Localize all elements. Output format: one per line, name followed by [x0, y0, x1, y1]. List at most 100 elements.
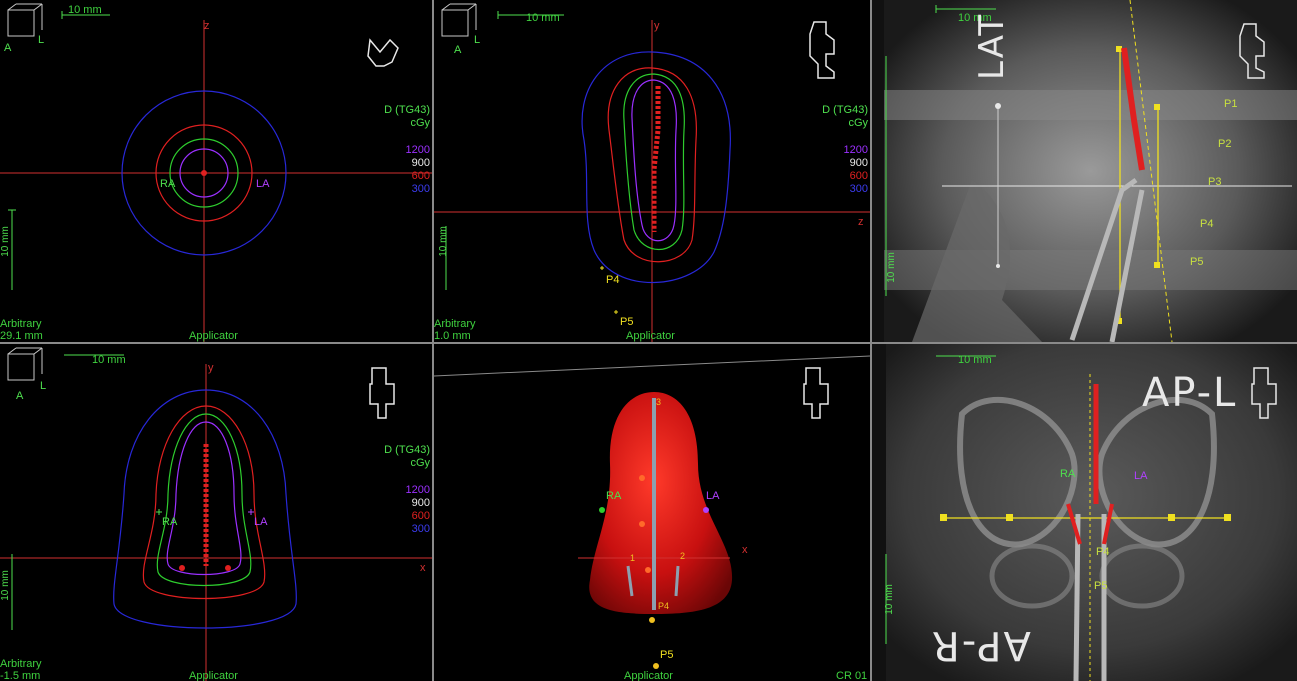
orientation-l: L — [40, 380, 47, 392]
scale-label: 10 mm — [92, 354, 126, 366]
orientation-l: L — [474, 34, 481, 46]
orientation-a: A — [16, 390, 24, 402]
dose-300: 300 — [411, 523, 430, 535]
pane-divider-right[interactable] — [870, 0, 872, 681]
point-p5-label: P5 — [1094, 580, 1108, 592]
source-dwell — [201, 170, 207, 176]
dose-600: 600 — [411, 170, 430, 182]
patient-lateral-icon — [809, 21, 835, 79]
point-p5-label: P5 — [660, 649, 674, 661]
point-p4-label: P4 — [658, 601, 670, 611]
axis-label-y: y — [208, 362, 214, 374]
la-label: LA — [256, 178, 270, 190]
mode-label: Arbitrary — [434, 318, 476, 330]
pane-divider-left[interactable] — [432, 0, 434, 681]
dose-legend: D (TG43) cGy 1200 900 600 300 — [384, 444, 430, 536]
dose-legend: D (TG43) cGy 1200 900 600 300 — [384, 104, 430, 196]
view-3d[interactable]: RA LA x 1 2 3 P4 P5 Applicator CR 01 — [434, 344, 870, 681]
scale-label: 10 mm — [526, 12, 560, 24]
vertical-scale-label: 10 mm — [0, 226, 11, 257]
la-label: LA — [1134, 470, 1148, 482]
footer-applicator-label: Applicator — [626, 330, 675, 342]
view-sagittal[interactable]: 10 mm y z A L D (TG43) cGy 1200 900 600 … — [434, 0, 870, 342]
vertical-scale-label: 10 mm — [437, 226, 449, 257]
depth-label: -1.5 mm — [0, 670, 41, 681]
depth-label: 29.1 mm — [0, 330, 43, 342]
orientation-cube-icon — [441, 9, 469, 37]
vertical-scale-label: 10 mm — [883, 584, 895, 615]
ra-label: RA — [1060, 468, 1076, 480]
dose-1200: 1200 — [405, 484, 430, 496]
scale-label: 10 mm — [68, 4, 102, 16]
point-p3-label: P3 — [1208, 176, 1222, 188]
view-title-ap-r: AP-R — [930, 622, 1031, 668]
vertical-scale-label: 10 mm — [0, 570, 11, 601]
scale-label: 10 mm — [958, 354, 992, 366]
dose-unit: cGy — [410, 457, 430, 469]
sagittal-isodose-plot — [434, 3, 870, 342]
dose-header: D (TG43) — [822, 104, 868, 116]
dose-header: D (TG43) — [384, 104, 430, 116]
la-label: LA — [254, 516, 268, 528]
pelvis-axial-icon — [367, 38, 399, 67]
dose-legend: D (TG43) cGy 1200 900 600 300 — [822, 104, 868, 196]
view-title-lat: LAT — [972, 12, 1012, 80]
pane-divider-horizontal[interactable] — [0, 342, 1297, 344]
orientation-cube-icon — [7, 353, 35, 381]
dose-unit: cGy — [410, 117, 430, 129]
dose-1200: 1200 — [843, 144, 868, 156]
dose-1200: 1200 — [405, 144, 430, 156]
axis-label-z: z — [204, 20, 210, 32]
corner-label: CR 01 — [836, 670, 868, 681]
3d-dose-volume — [434, 355, 870, 669]
dose-900: 900 — [411, 157, 430, 169]
axis-label-z: z — [858, 216, 864, 228]
footer-applicator-label: Applicator — [189, 330, 238, 342]
depth-label: 1.0 mm — [434, 330, 471, 342]
dose-300: 300 — [849, 183, 868, 195]
point-p4-label: P4 — [1096, 546, 1110, 558]
coronal-isodose-plot — [0, 347, 432, 681]
point-p1-label: P1 — [1224, 98, 1238, 110]
channel-3-label: 3 — [656, 397, 662, 407]
axis-label-x: x — [420, 562, 426, 574]
dwell-positions — [651, 86, 661, 232]
dose-600: 600 — [849, 170, 868, 182]
x-axis-label: x — [742, 544, 748, 556]
view-axial[interactable]: 10 mm z A L D (TG43) cGy 1200 900 600 30… — [0, 0, 432, 342]
lateral-xray-image — [884, 0, 1297, 342]
footer-applicator-label: Applicator — [624, 670, 673, 681]
view-ap-xray[interactable]: 10 mm AP-L AP-R RA LA P4 P5 10 mm — [872, 344, 1297, 681]
dose-volume-3d — [589, 392, 733, 614]
dose-900: 900 — [411, 497, 430, 509]
footer-applicator-label: Applicator — [189, 670, 238, 681]
ra-label: RA — [162, 516, 178, 528]
channel-2-label: 2 — [680, 551, 686, 561]
mode-label: Arbitrary — [0, 318, 42, 330]
dose-600: 600 — [411, 510, 430, 522]
axial-isodose-plot — [0, 3, 432, 342]
orientation-l: L — [38, 34, 45, 46]
dose-900: 900 — [849, 157, 868, 169]
point-p5-label: P5 — [620, 316, 634, 328]
point-p4-label: P4 — [1200, 218, 1214, 230]
patient-frontal-icon — [369, 367, 395, 419]
orientation-cube-icon — [7, 9, 35, 37]
orientation-a: A — [454, 44, 462, 56]
axis-label-y: y — [654, 20, 660, 32]
point-p2-label: P2 — [1218, 138, 1232, 150]
patient-frontal-icon — [803, 367, 829, 419]
dose-unit: cGy — [848, 117, 868, 129]
channel-1-label: 1 — [630, 553, 636, 563]
view-lateral-xray[interactable]: 10 mm LAT P1 P2 P3 P4 P5 10 mm — [872, 0, 1297, 342]
dose-300: 300 — [411, 183, 430, 195]
point-p5-label: P5 — [1190, 256, 1204, 268]
view-coronal[interactable]: 10 mm y x A L D (TG43) cGy 1200 900 600 … — [0, 344, 432, 681]
point-p4-label: P4 — [606, 274, 620, 286]
applicator-ovoid-right — [674, 565, 680, 597]
mode-label: Arbitrary — [0, 658, 42, 670]
orientation-a: A — [4, 42, 12, 54]
view-title-ap-l: AP-L — [1142, 370, 1238, 416]
dose-header: D (TG43) — [384, 444, 430, 456]
ra-label: RA — [160, 178, 176, 190]
